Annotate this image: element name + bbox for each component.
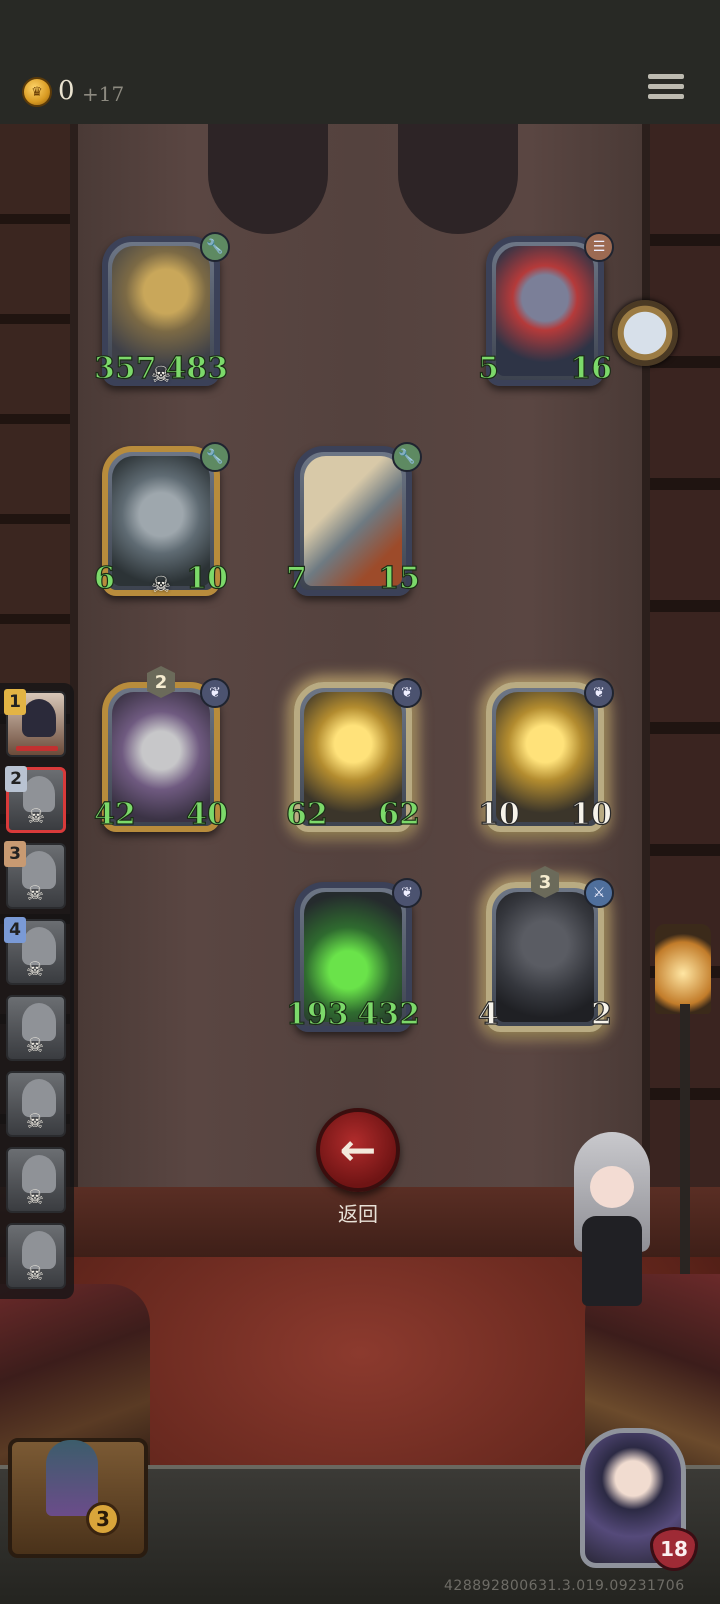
rank-badge: 1 <box>4 689 26 715</box>
health-value: 15 <box>378 561 421 596</box>
rank-badge: 2 <box>5 766 27 792</box>
opponent-slot[interactable]: 3 ☠ <box>4 841 66 909</box>
skull-icon: ☠ <box>26 1185 44 1209</box>
attack-stat: 193 <box>282 996 349 1038</box>
gold-income: +17 <box>82 82 125 106</box>
back-button[interactable]: ← <box>316 1108 400 1192</box>
health-value: 483 <box>165 351 229 386</box>
opponent-list: 1 2 ☠ 3 ☠ 4 ☠ ☠ ☠ ☠ ☠ <box>0 683 74 1299</box>
attack-stat: 10 <box>474 796 520 838</box>
opponent-slot[interactable]: 1 <box>4 689 66 757</box>
back-label: 返回 <box>338 1202 378 1226</box>
rank-badge: 4 <box>4 917 26 943</box>
skull-icon: ☠ <box>26 881 44 905</box>
dragon-type-icon: ❦ <box>584 678 614 708</box>
gold-count: 0 <box>58 76 75 106</box>
health-stat: 10 <box>186 560 232 602</box>
beast-type-icon: ☰ <box>584 232 614 262</box>
mech-type-icon: 🔧 <box>200 442 230 472</box>
top-bar: ♛ 0 +17 <box>0 0 720 127</box>
health-value: 16 <box>570 351 613 386</box>
dragon-type-icon: ❦ <box>392 678 422 708</box>
minion-card[interactable]: ❦ 193 432 <box>282 878 424 1038</box>
attack-value: 357 <box>93 351 157 386</box>
gold-coin-icon: ♛ <box>22 77 52 107</box>
skull-icon: ☠ <box>26 1033 44 1057</box>
attack-value: 4 <box>477 997 499 1032</box>
opponent-slot[interactable]: ☠ <box>6 1223 66 1289</box>
attack-stat: 62 <box>282 796 328 838</box>
minion-card[interactable]: 🔧 ☠ 357 483 <box>90 232 232 392</box>
chest-count-badge: 3 <box>86 1502 120 1536</box>
blade-type-icon: ⚔ <box>584 878 614 908</box>
attack-value: 42 <box>93 797 136 832</box>
minion-card[interactable]: ☰ 5 16 <box>474 232 616 392</box>
health-stat: 432 <box>357 996 424 1038</box>
dragon-type-icon: ❦ <box>200 678 230 708</box>
attack-value: 7 <box>285 561 307 596</box>
health-bar <box>16 746 58 751</box>
health-stat: 40 <box>186 796 232 838</box>
opponent-slot[interactable]: ☠ <box>6 1147 66 1213</box>
attack-value: 193 <box>285 997 349 1032</box>
mech-type-icon: 🔧 <box>200 232 230 262</box>
menu-button[interactable] <box>648 74 684 106</box>
minion-card[interactable]: 🔧 ☠ 6 10 <box>90 442 232 602</box>
health-stat: 10 <box>570 796 616 838</box>
attack-value: 5 <box>477 351 499 386</box>
health-stat: 2 <box>574 996 616 1038</box>
opponent-portrait <box>22 699 56 737</box>
health-value: 40 <box>186 797 229 832</box>
attack-stat: 7 <box>282 560 324 602</box>
skull-icon: ☠ <box>151 573 171 598</box>
attack-value: 62 <box>285 797 328 832</box>
rank-badge: 3 <box>4 841 26 867</box>
health-value: 10 <box>186 561 229 596</box>
opponent-slot[interactable]: ☠ <box>6 1071 66 1137</box>
health-value: 10 <box>570 797 613 832</box>
attack-value: 10 <box>477 797 520 832</box>
health-stat: 483 <box>165 350 232 392</box>
hero-character[interactable] <box>560 1132 664 1322</box>
opponent-slot[interactable]: 4 ☠ <box>4 917 66 985</box>
minion-card[interactable]: ❦ 2 42 40 <box>90 666 232 838</box>
skull-icon: ☠ <box>26 1109 44 1133</box>
health-value: 2 <box>591 997 613 1032</box>
health-stat: 15 <box>378 560 424 602</box>
wizard-figure-icon <box>46 1440 98 1516</box>
skull-icon: ☠ <box>27 804 45 828</box>
skull-icon: ☠ <box>26 1261 44 1285</box>
attack-stat: 6 <box>90 560 132 602</box>
attack-stat: 357 <box>90 350 157 392</box>
skull-icon: ☠ <box>26 957 44 981</box>
health-stat: 62 <box>378 796 424 838</box>
health-value: 62 <box>378 797 421 832</box>
health-value: 432 <box>357 997 421 1032</box>
minion-card[interactable]: ❦ 62 62 <box>282 678 424 838</box>
knight-art <box>496 892 594 1022</box>
attack-stat: 5 <box>474 350 516 392</box>
arrow-left-icon: ← <box>339 1124 377 1176</box>
dragon-type-icon: ❦ <box>392 878 422 908</box>
attack-value: 6 <box>93 561 115 596</box>
health-stat: 16 <box>570 350 616 392</box>
opponent-slot[interactable]: ☠ <box>6 995 66 1061</box>
minion-card[interactable]: 🔧 7 15 <box>282 442 424 602</box>
opponent-slot[interactable]: 2 ☠ <box>5 766 66 833</box>
minion-card[interactable]: ⚔ 3 4 2 <box>474 866 616 1038</box>
lantern-icon <box>655 924 711 1014</box>
pocket-watch-icon[interactable] <box>612 300 678 366</box>
build-id: 428892800631.3.019.09231706 <box>444 1578 685 1594</box>
attack-stat: 4 <box>474 996 516 1038</box>
attack-stat: 42 <box>90 796 136 838</box>
mech-type-icon: 🔧 <box>392 442 422 472</box>
minion-card[interactable]: ❦ 10 10 <box>474 678 616 838</box>
menu-icon <box>648 74 684 79</box>
